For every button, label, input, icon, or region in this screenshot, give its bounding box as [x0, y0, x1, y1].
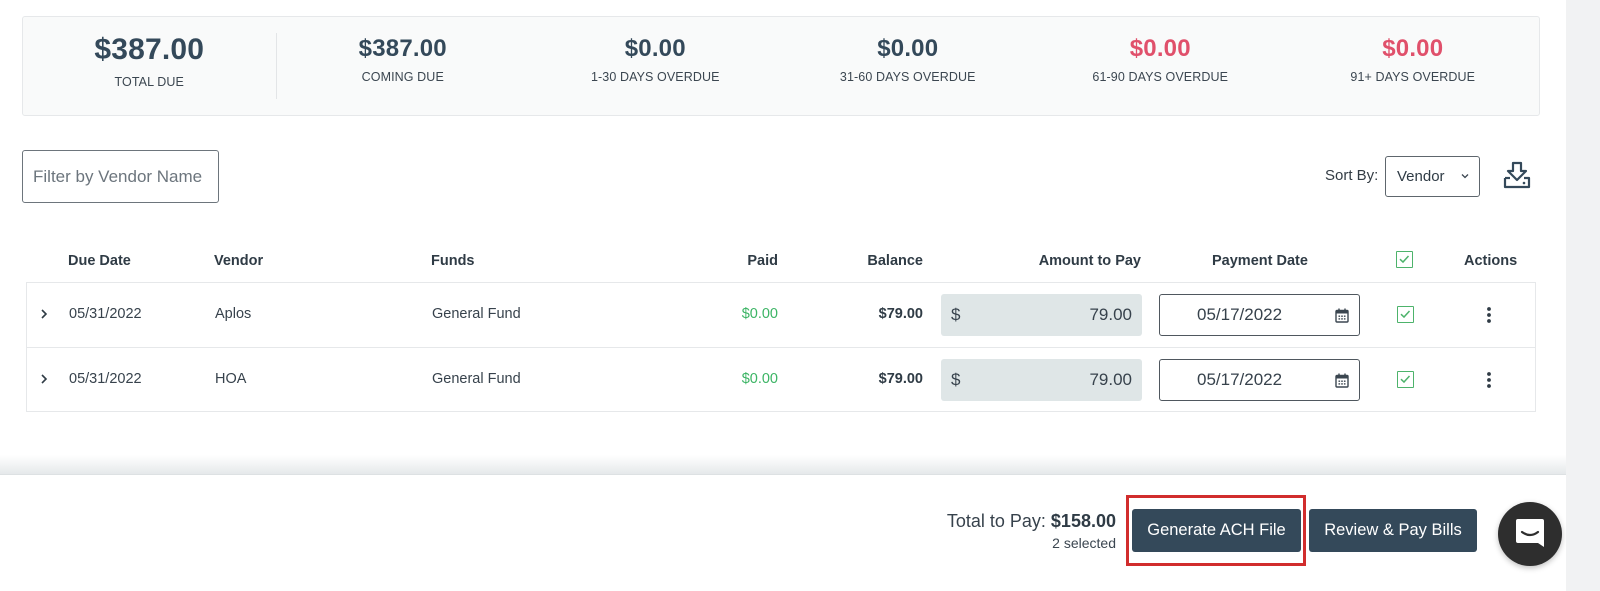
more-actions-icon[interactable] [1483, 305, 1495, 325]
funds-cell: General Fund [432, 371, 521, 387]
sort-selected-value: Vendor [1397, 168, 1445, 185]
column-header-amount-to-pay[interactable]: Amount to Pay [1039, 253, 1141, 269]
amount-to-pay-input[interactable]: $ 79.00 [941, 294, 1142, 336]
due-date-cell: 05/31/2022 [69, 306, 142, 322]
total-to-pay-label: Total to Pay: [946, 511, 1046, 531]
checkmark-icon [1400, 375, 1411, 384]
sort-by-select[interactable]: Vendor [1385, 156, 1480, 197]
summary-label: TOTAL DUE [114, 75, 184, 89]
generate-ach-file-button[interactable]: Generate ACH File [1132, 509, 1301, 552]
table-row: 05/31/2022 Aplos General Fund $0.00 $79.… [27, 283, 1535, 348]
aging-summary-bar: $387.00 TOTAL DUE $387.00 COMING DUE $0.… [22, 16, 1540, 116]
calendar-icon[interactable] [1335, 373, 1349, 388]
paid-cell: $0.00 [741, 371, 778, 387]
bills-page: $387.00 TOTAL DUE $387.00 COMING DUE $0.… [0, 0, 1566, 591]
summary-label: 1-30 DAYS OVERDUE [590, 70, 720, 84]
bills-table-header: Due Date Vendor Funds Paid Balance Amoun… [26, 248, 1536, 282]
payment-date-value: 05/17/2022 [1197, 370, 1283, 389]
review-pay-bills-button[interactable]: Review & Pay Bills [1309, 509, 1477, 552]
summary-total-due: $387.00 TOTAL DUE [23, 33, 277, 99]
download-button[interactable] [1502, 160, 1532, 192]
row-select-checkbox[interactable] [1397, 371, 1414, 388]
total-to-pay: Total to Pay: $158.00 [947, 511, 1116, 532]
checkmark-icon [1400, 310, 1411, 319]
column-header-funds[interactable]: Funds [431, 253, 475, 269]
chevron-right-icon[interactable] [37, 305, 51, 323]
row-select-checkbox[interactable] [1397, 306, 1414, 323]
summary-amount: $0.00 [1129, 35, 1191, 62]
amount-to-pay-value: 79.00 [1089, 370, 1132, 389]
summary-amount: $0.00 [1382, 35, 1444, 62]
currency-symbol: $ [951, 305, 961, 324]
summary-amount: $387.00 [358, 35, 447, 62]
amount-to-pay-value: 79.00 [1089, 305, 1132, 324]
amount-to-pay-input[interactable]: $ 79.00 [941, 359, 1142, 401]
paid-cell: $0.00 [741, 306, 778, 322]
funds-cell: General Fund [432, 306, 521, 322]
chat-launcher-button[interactable] [1498, 502, 1562, 566]
bills-table-body: 05/31/2022 Aplos General Fund $0.00 $79.… [26, 282, 1536, 412]
column-header-paid[interactable]: Paid [747, 253, 778, 269]
summary-1-30-overdue: $0.00 1-30 DAYS OVERDUE [529, 17, 782, 115]
summary-label: COMING DUE [361, 70, 444, 84]
chat-bubble-icon [1516, 519, 1544, 547]
vendor-filter-input[interactable] [22, 150, 219, 203]
column-header-vendor[interactable]: Vendor [214, 253, 263, 269]
summary-61-90-overdue: $0.00 61-90 DAYS OVERDUE [1034, 17, 1287, 115]
vendor-cell: HOA [215, 371, 247, 387]
chevron-right-icon[interactable] [37, 370, 51, 388]
vendor-cell: Aplos [215, 306, 252, 322]
page-gutter [1566, 0, 1600, 591]
payment-date-value: 05/17/2022 [1197, 305, 1283, 324]
column-header-payment-date[interactable]: Payment Date [1212, 253, 1308, 269]
download-tray-icon [1503, 161, 1531, 189]
total-to-pay-amount: $158.00 [1050, 511, 1116, 531]
table-row: 05/31/2022 HOA General Fund $0.00 $79.00… [27, 348, 1535, 412]
summary-amount: $0.00 [877, 35, 939, 62]
selected-count: 2 selected [1052, 535, 1116, 551]
payment-date-input[interactable]: 05/17/2022 [1159, 294, 1360, 336]
select-all-checkbox[interactable] [1396, 251, 1413, 268]
currency-symbol: $ [951, 370, 961, 389]
chevron-down-icon [1461, 174, 1469, 179]
summary-amount: $0.00 [624, 35, 686, 62]
balance-cell: $79.00 [878, 306, 923, 322]
checkmark-icon [1399, 255, 1410, 264]
payment-footer: Total to Pay: $158.00 2 selected Generat… [0, 474, 1566, 591]
balance-cell: $79.00 [878, 371, 923, 387]
more-actions-icon[interactable] [1483, 370, 1495, 390]
summary-amount: $387.00 [94, 33, 205, 66]
due-date-cell: 05/31/2022 [69, 371, 142, 387]
payment-date-input[interactable]: 05/17/2022 [1159, 359, 1360, 401]
summary-coming-due: $387.00 COMING DUE [277, 17, 530, 115]
sort-by-label: Sort By: [1325, 167, 1379, 184]
calendar-icon[interactable] [1335, 308, 1349, 323]
column-header-due-date[interactable]: Due Date [68, 253, 131, 269]
footer-shadow [0, 455, 1566, 475]
summary-label: 61-90 DAYS OVERDUE [1092, 70, 1229, 84]
summary-91-plus-overdue: $0.00 91+ DAYS OVERDUE [1287, 17, 1540, 115]
summary-label: 31-60 DAYS OVERDUE [839, 70, 976, 84]
summary-label: 91+ DAYS OVERDUE [1350, 70, 1476, 84]
column-header-balance[interactable]: Balance [867, 253, 923, 269]
column-header-actions: Actions [1464, 253, 1518, 269]
summary-31-60-overdue: $0.00 31-60 DAYS OVERDUE [782, 17, 1035, 115]
